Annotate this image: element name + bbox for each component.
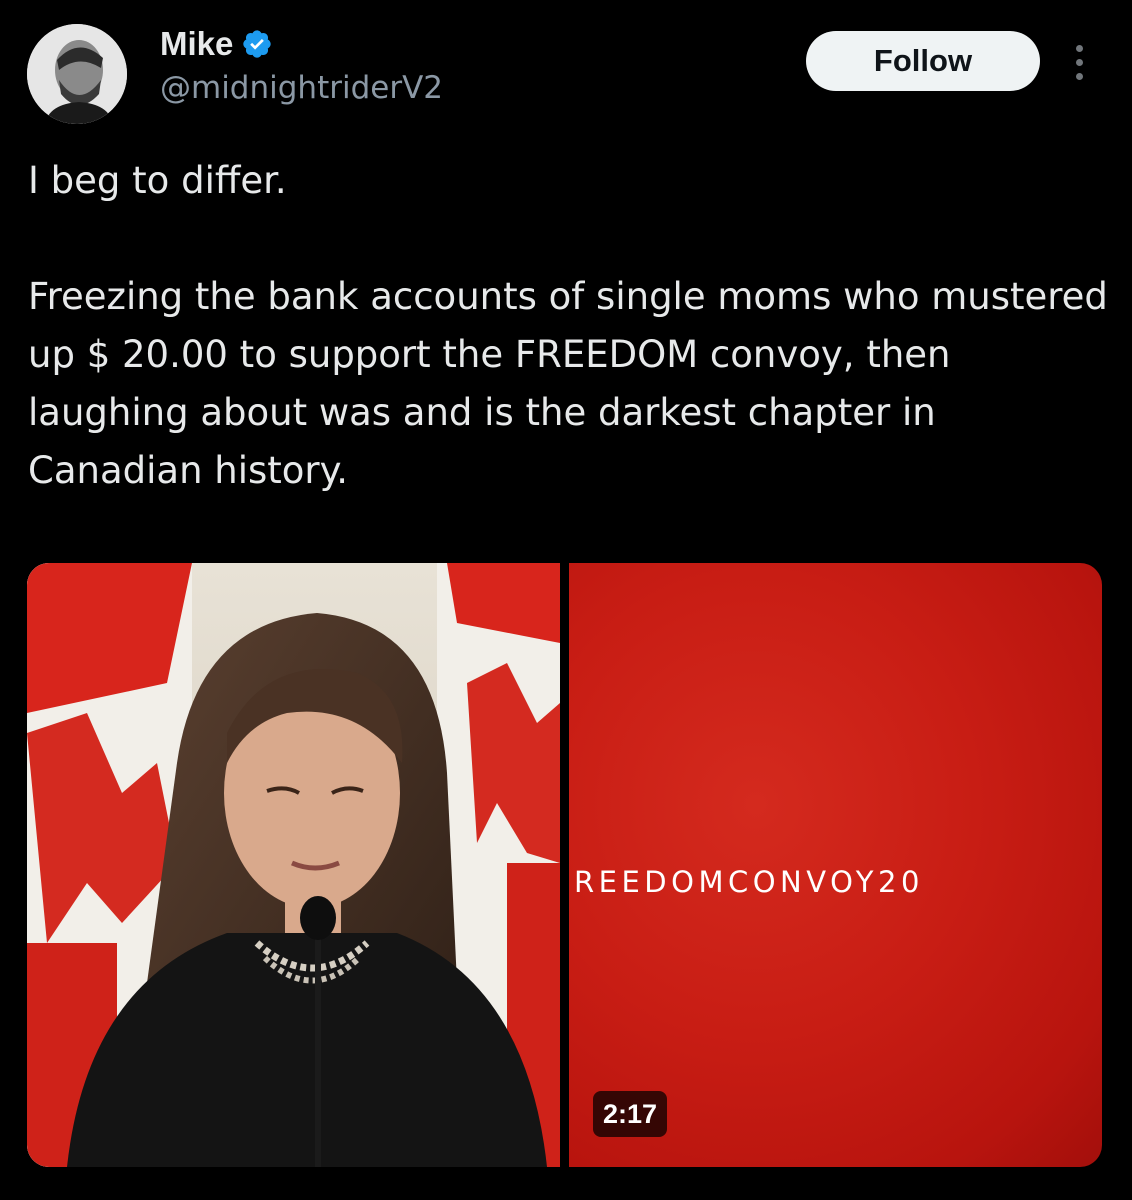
tweet-text: I beg to differ. Freezing the bank accou…: [28, 152, 1108, 500]
video-duration-badge: 2:17: [593, 1091, 667, 1137]
tweet-media: REEDOMCONVOY20 2:17: [27, 563, 1102, 1167]
media-photo[interactable]: [27, 563, 560, 1167]
user-name-row: Mike: [160, 22, 273, 66]
media-video[interactable]: REEDOMCONVOY20 2:17: [569, 563, 1102, 1167]
user-handle[interactable]: @midnightriderV2: [160, 70, 443, 106]
video-banner-text: REEDOMCONVOY20: [574, 865, 924, 899]
tweet-header: Mike @midnightriderV2 Follow: [0, 0, 1132, 140]
photo-image: [27, 563, 560, 1167]
verified-badge-icon: [241, 28, 273, 60]
avatar-image: [27, 24, 127, 124]
avatar[interactable]: [27, 24, 127, 124]
tweet-paragraph-2: Freezing the bank accounts of single mom…: [28, 275, 1108, 492]
follow-button[interactable]: Follow: [806, 31, 1040, 91]
more-dots-icon[interactable]: [1064, 40, 1094, 84]
tweet-paragraph-1: I beg to differ.: [28, 159, 287, 202]
display-name[interactable]: Mike: [160, 25, 233, 63]
